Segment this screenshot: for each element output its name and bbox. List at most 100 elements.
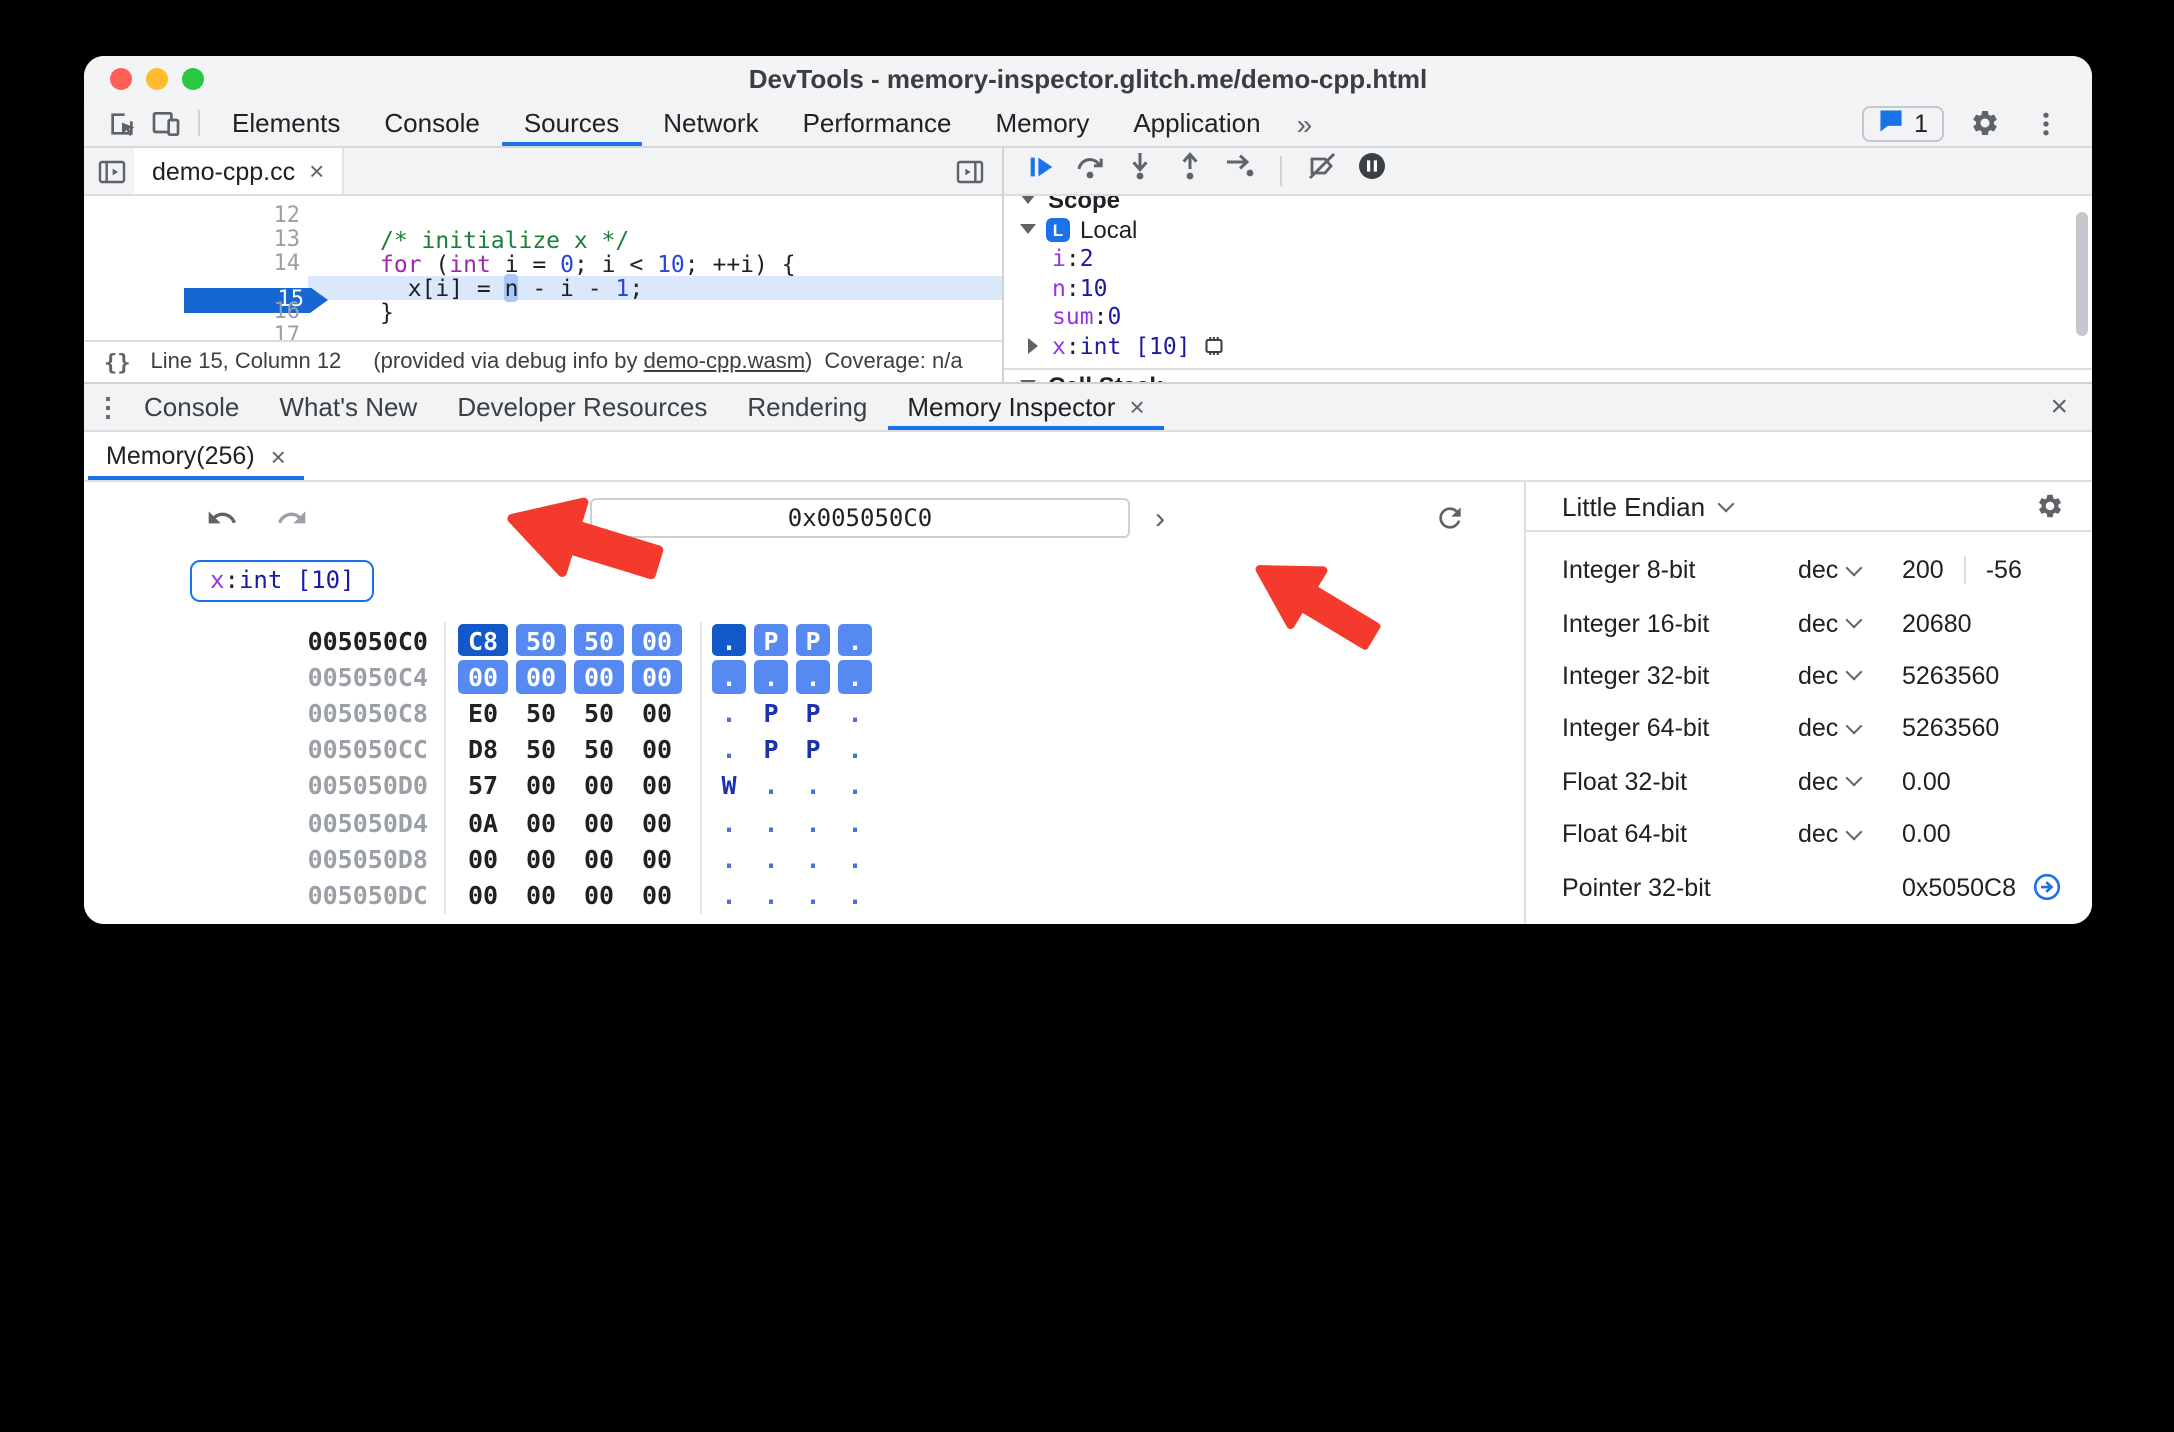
tab-console[interactable]: Console [362,100,501,146]
step-icon[interactable] [1224,150,1256,192]
memory-byte[interactable]: C8 [458,623,508,657]
memory-ascii[interactable]: P [754,696,788,729]
device-toolbar-icon[interactable] [144,100,188,146]
memory-byte[interactable]: 00 [632,660,682,694]
tab-sources[interactable]: Sources [501,100,641,146]
memory-ascii[interactable]: . [838,623,872,657]
drawer-tab-console[interactable]: Console [124,384,259,430]
close-icon[interactable]: × [309,158,324,184]
memory-byte[interactable]: 00 [632,769,682,802]
memory-byte[interactable]: 50 [574,696,624,729]
memory-byte[interactable]: 00 [458,842,508,875]
step-out-icon[interactable] [1174,150,1206,192]
scope-variable[interactable]: n: 10 [1004,273,2092,302]
memory-ascii[interactable]: . [796,769,830,802]
memory-ascii[interactable]: P [796,696,830,729]
memory-ascii[interactable]: . [712,878,746,911]
interpreter-settings-gear-icon[interactable] [2036,492,2064,520]
memory-ascii[interactable]: . [712,660,746,694]
issues-counter[interactable]: 1 [1862,105,1944,141]
memory-ascii[interactable]: . [712,696,746,729]
drawer-tab-developer-resources[interactable]: Developer Resources [437,384,727,430]
code-editor[interactable]: 12 13 /* initialize x */ 14 for (int i = 0; … [84,196,1002,340]
minimize-window-button[interactable] [146,67,168,89]
expand-arrow-icon[interactable] [1028,337,1052,354]
format-select[interactable]: dec [1798,662,1902,690]
close-icon[interactable]: × [271,443,286,469]
format-select[interactable]: dec [1798,768,1902,796]
memory-byte[interactable]: 00 [632,733,682,766]
memory-ascii[interactable]: . [754,878,788,911]
memory-ascii[interactable]: P [754,623,788,657]
memory-byte[interactable]: 00 [632,806,682,839]
toggle-navigator-icon[interactable] [90,148,134,194]
refresh-icon[interactable] [1432,502,1468,534]
inspect-element-icon[interactable] [100,100,144,146]
memory-byte[interactable]: 00 [516,660,566,694]
memory-chip-icon[interactable] [1203,334,1227,358]
memory-ascii[interactable]: . [712,623,746,657]
code-line[interactable]: 12 [84,203,1002,228]
format-select[interactable]: dec [1798,715,1902,743]
drawer-menu-icon[interactable]: ⋮ [92,384,124,430]
drawer-tab-whats-new[interactable]: What's New [259,384,437,430]
pause-on-exceptions-icon[interactable] [1356,150,1388,192]
memory-byte[interactable]: 57 [458,769,508,802]
memory-byte[interactable]: 50 [516,696,566,729]
memory-ascii[interactable]: P [796,733,830,766]
memory-ascii[interactable]: . [796,842,830,875]
open-file-panel-icon[interactable] [954,148,986,194]
memory-ascii[interactable]: . [712,842,746,875]
memory-ascii[interactable]: . [754,842,788,875]
memory-ascii[interactable]: P [796,623,830,657]
format-select[interactable]: dec [1798,556,1902,584]
tab-application[interactable]: Application [1111,100,1282,146]
call-stack-section-header[interactable]: Call Stack [1004,368,2092,382]
tab-network[interactable]: Network [641,100,780,146]
tab-overflow-chevron[interactable]: » [1283,100,1327,146]
settings-gear-icon[interactable] [1962,108,2006,138]
memory-ascii[interactable]: . [838,842,872,875]
redo-icon[interactable] [274,502,310,534]
memory-byte[interactable]: 00 [574,842,624,875]
more-options-icon[interactable] [2024,109,2068,137]
undo-icon[interactable] [204,502,240,534]
deactivate-breakpoints-icon[interactable] [1306,150,1338,192]
format-select[interactable]: dec [1798,820,1902,848]
memory-byte[interactable]: 00 [458,660,508,694]
memory-byte[interactable]: 00 [458,878,508,911]
format-select[interactable]: dec [1798,609,1902,637]
memory-byte[interactable]: 00 [516,769,566,802]
next-page-icon[interactable]: › [1146,501,1174,535]
memory-tab[interactable]: Memory(256) × [88,432,304,480]
memory-byte[interactable]: 00 [574,806,624,839]
wasm-link[interactable]: demo-cpp.wasm [644,350,805,374]
memory-byte[interactable]: D8 [458,733,508,766]
memory-byte[interactable]: 00 [516,842,566,875]
memory-byte[interactable]: 50 [516,623,566,657]
tab-memory[interactable]: Memory [973,100,1111,146]
memory-byte[interactable]: 50 [574,733,624,766]
code-line[interactable]: 13 /* initialize x */ [84,227,1002,252]
scope-variable[interactable]: sum: 0 [1004,302,2092,331]
memory-byte[interactable]: 00 [516,878,566,911]
memory-byte[interactable]: 00 [516,806,566,839]
memory-byte[interactable]: 00 [632,842,682,875]
memory-ascii[interactable]: . [838,696,872,729]
memory-ascii[interactable]: . [796,878,830,911]
memory-ascii[interactable]: . [754,769,788,802]
scope-local-row[interactable]: L Local [1004,214,2092,244]
code-line[interactable]: 14 for (int i = 0; i < 10; ++i) { [84,251,1002,276]
step-into-icon[interactable] [1124,150,1156,192]
memory-ascii[interactable]: . [754,660,788,694]
memory-ascii[interactable]: . [712,806,746,839]
memory-byte[interactable]: 00 [574,660,624,694]
memory-byte[interactable]: E0 [458,696,508,729]
memory-byte[interactable]: 00 [632,696,682,729]
code-line[interactable]: 16} [84,299,1002,324]
memory-ascii[interactable]: . [838,733,872,766]
tab-elements[interactable]: Elements [210,100,362,146]
memory-byte[interactable]: 00 [574,769,624,802]
drawer-tab-memory-inspector[interactable]: Memory Inspector × [887,384,1164,430]
zoom-window-button[interactable] [182,67,204,89]
